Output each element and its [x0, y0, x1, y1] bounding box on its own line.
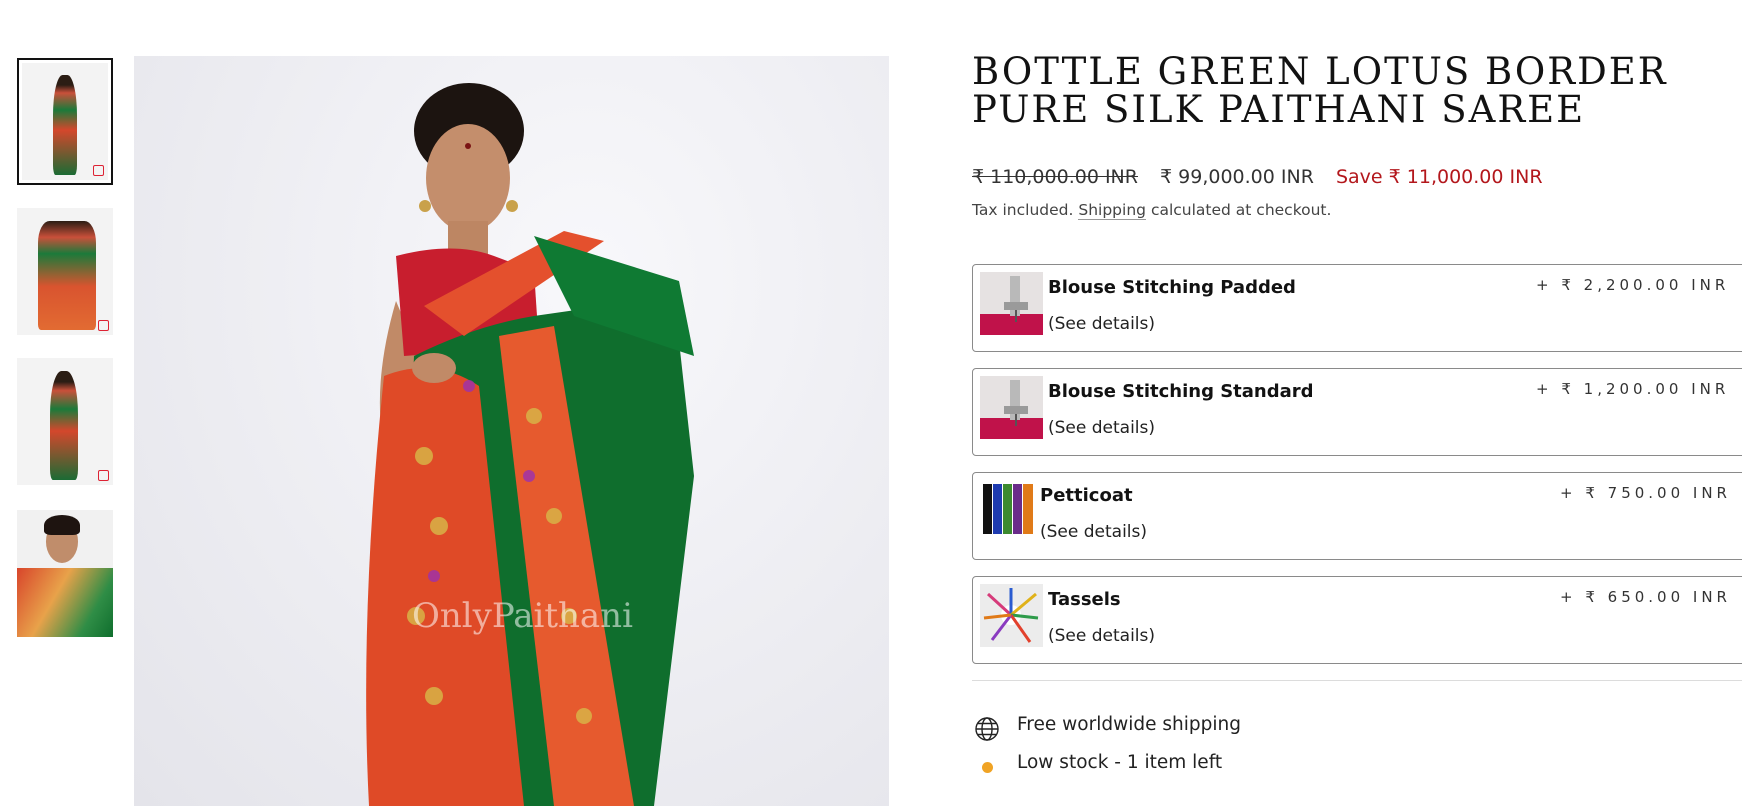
see-details-link[interactable]: (See details): [1048, 314, 1155, 334]
watermark-text: OnlyPaithani: [412, 596, 633, 636]
addon-thumbnail-tassels: [980, 584, 1043, 647]
addon-thumbnail-sewing-machine: [980, 272, 1043, 335]
sale-price: ₹ 99,000.00 INR: [1160, 166, 1314, 188]
tax-prefix: Tax included.: [972, 201, 1074, 219]
addon-thumbnail-petticoats: [980, 480, 1036, 543]
savings-badge: Save ₹ 11,000.00 INR: [1335, 166, 1543, 188]
section-divider: [972, 680, 1742, 681]
tax-note: Tax included. Shipping calculated at che…: [972, 201, 1332, 220]
stock-dot-icon: [982, 762, 993, 773]
saree-model-illustration: [366, 83, 694, 806]
thumbnail-3[interactable]: [17, 358, 113, 485]
tax-suffix: calculated at checkout.: [1150, 201, 1332, 219]
addon-name: Blouse Stitching Standard: [1048, 381, 1314, 402]
price-block: ₹ 110,000.00 INR ₹ 99,000.00 INR Save ₹ …: [972, 166, 1543, 188]
addon-thumbnail-sewing-machine: [980, 376, 1043, 439]
main-product-image[interactable]: OnlyPaithani: [134, 56, 889, 806]
see-details-link[interactable]: (See details): [1048, 626, 1155, 646]
product-title: BOTTLE GREEN LOTUS BORDER PURE SILK PAIT…: [972, 50, 1668, 131]
globe-icon: [974, 716, 1000, 746]
original-price: ₹ 110,000.00 INR: [972, 166, 1138, 188]
addon-name: Tassels: [1048, 589, 1121, 610]
thumbnail-1[interactable]: [17, 58, 113, 185]
addon-name: Petticoat: [1040, 485, 1133, 506]
stock-text: Low stock - 1 item left: [1017, 752, 1223, 773]
addon-option[interactable]: Blouse Stitching Standard (See details) …: [972, 368, 1742, 456]
thumbnail-2[interactable]: [17, 208, 113, 335]
addon-price: + ₹ 750.00 INR: [1560, 484, 1731, 502]
thumbnail-4[interactable]: [17, 510, 113, 637]
see-details-link[interactable]: (See details): [1048, 418, 1155, 438]
addon-price: + ₹ 650.00 INR: [1560, 588, 1731, 606]
addon-option[interactable]: Tassels (See details) + ₹ 650.00 INR: [972, 576, 1742, 664]
addon-option[interactable]: Blouse Stitching Padded (See details) + …: [972, 264, 1742, 352]
addon-name: Blouse Stitching Padded: [1048, 277, 1296, 298]
addon-price: + ₹ 2,200.00 INR: [1536, 276, 1730, 294]
addon-option[interactable]: Petticoat (See details) + ₹ 750.00 INR: [972, 472, 1742, 560]
shipping-text: Free worldwide shipping: [1017, 714, 1241, 735]
shipping-link[interactable]: Shipping: [1078, 201, 1146, 220]
see-details-link[interactable]: (See details): [1040, 522, 1147, 542]
addon-price: + ₹ 1,200.00 INR: [1536, 380, 1730, 398]
